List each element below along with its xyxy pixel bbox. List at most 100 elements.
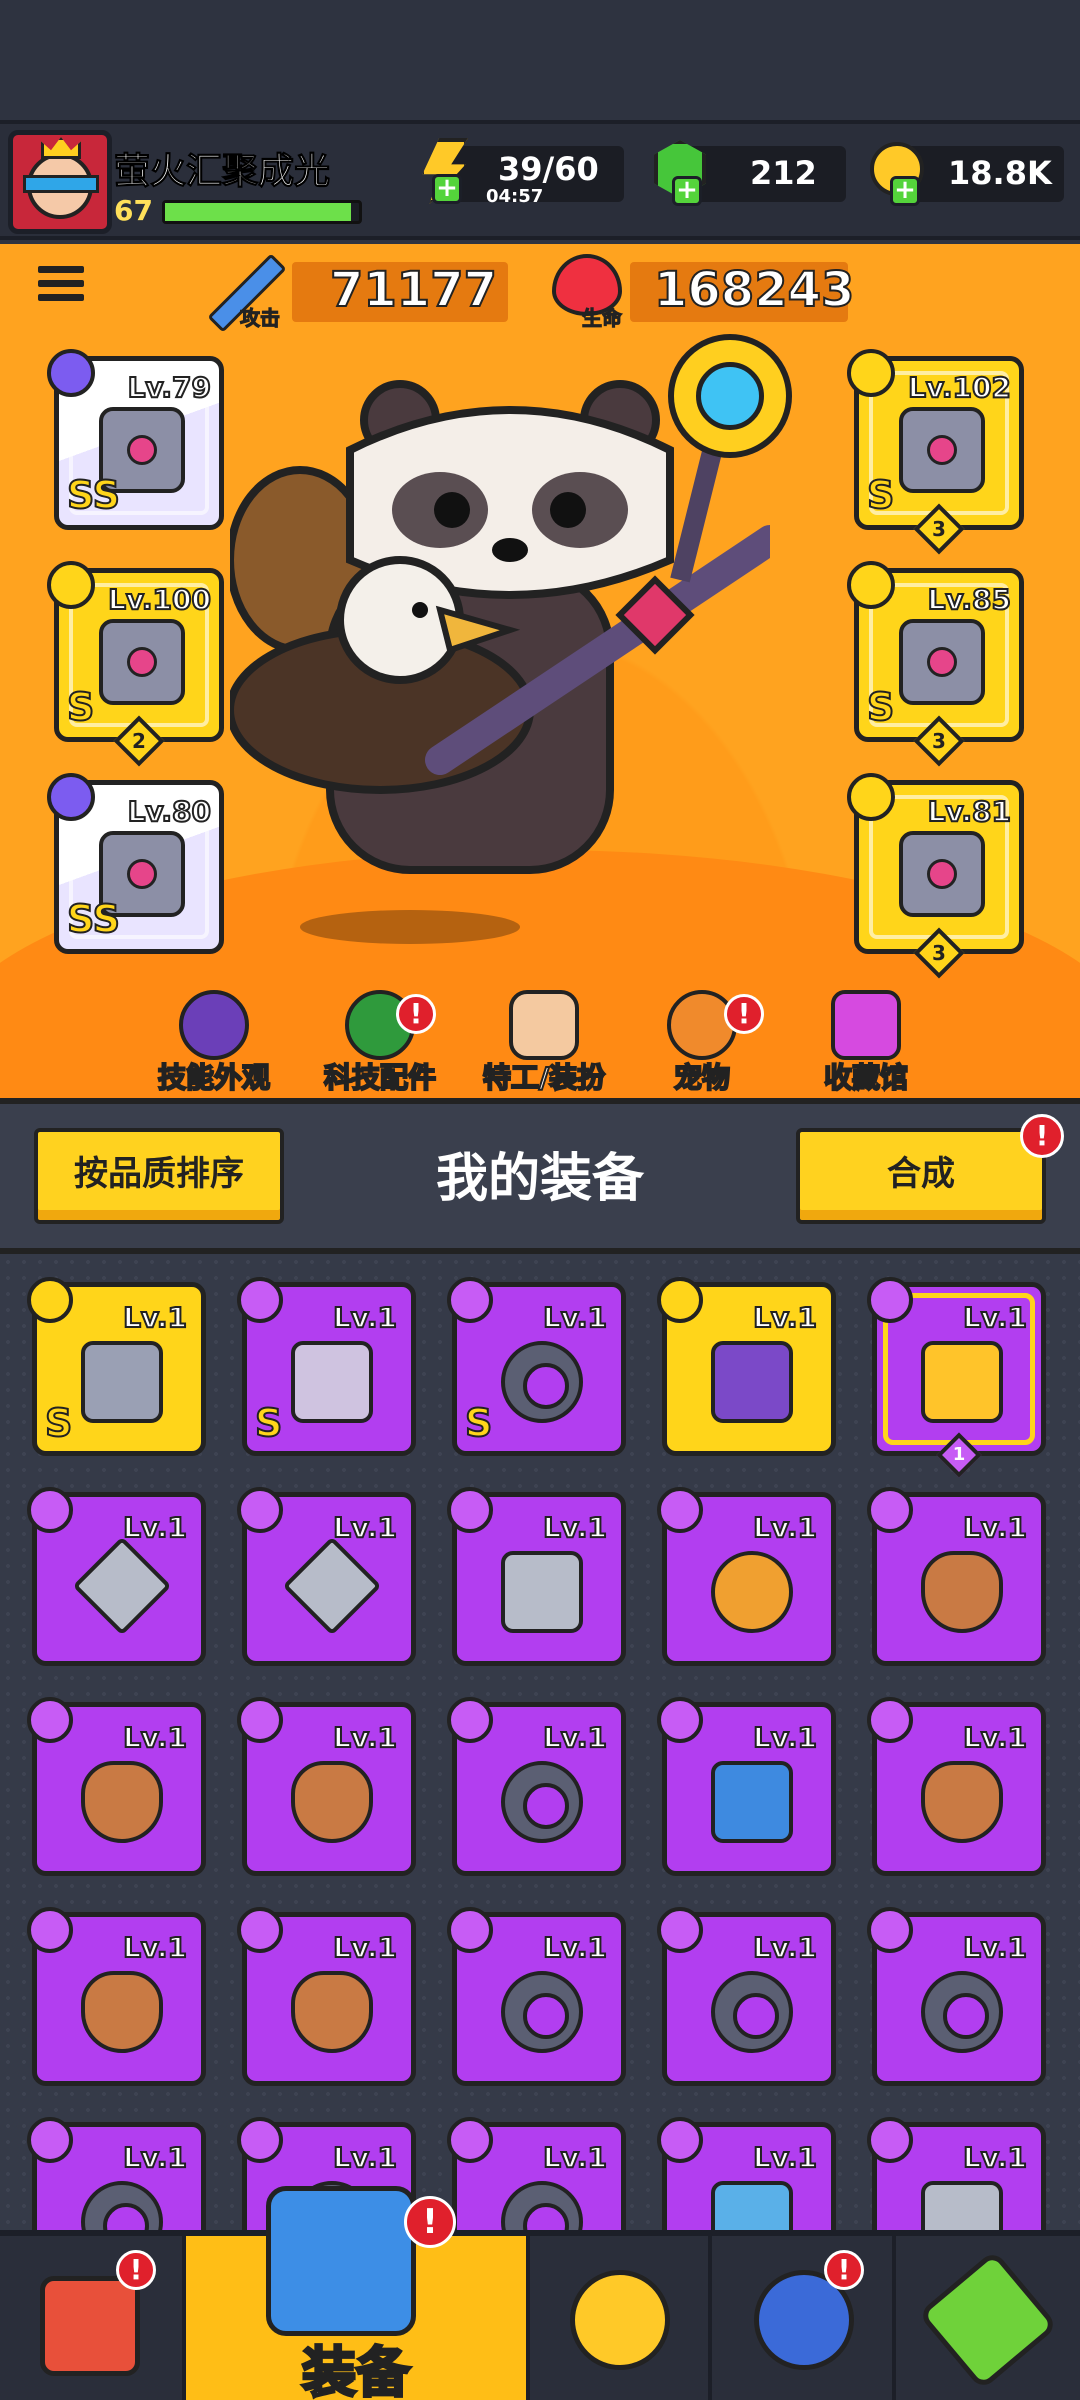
equip-slot-weapon[interactable]: Lv.79 SS <box>47 349 224 530</box>
shortcut-collection[interactable]: 收藏馆 <box>796 990 936 1095</box>
inventory-item[interactable]: Lv.1 <box>867 1907 1046 2086</box>
inventory-item[interactable]: Lv.1 <box>657 1907 836 2086</box>
inventory-item[interactable]: Lv.1 <box>447 1907 626 2086</box>
spiked-collar-item-icon <box>501 1761 583 1843</box>
player-level: 67 <box>114 194 153 227</box>
slot-grade: SS <box>66 472 121 518</box>
slot-level: Lv.81 <box>927 794 1012 829</box>
necklace-type-icon <box>867 1277 913 1323</box>
rope-belt-item-icon <box>81 1971 163 2053</box>
nav-shop[interactable]: ! <box>0 2236 186 2400</box>
item-level: Lv.1 <box>122 1510 188 1545</box>
rope-belt-item-icon <box>291 1971 373 2053</box>
item-level: Lv.1 <box>122 1720 188 1755</box>
item-level: Lv.1 <box>542 1930 608 1965</box>
inventory-item[interactable]: Lv.1 <box>867 1697 1046 1876</box>
shortcut-skill-skins[interactable]: 技能外观 <box>144 990 284 1095</box>
shortcut-pets[interactable]: 宠物 ! <box>632 990 772 1095</box>
necklace-type-icon <box>237 1697 283 1743</box>
boots-type-icon <box>847 773 895 821</box>
level-progress-bar <box>162 200 362 224</box>
necklace-type-icon <box>27 1697 73 1743</box>
inventory-item[interactable]: Lv.1 S <box>27 1277 206 1456</box>
item-level: Lv.1 <box>752 1720 818 1755</box>
rope-necklace-item-icon <box>921 1761 1003 1843</box>
inventory-item[interactable]: Lv.1 <box>447 1487 626 1666</box>
inventory-item[interactable]: Lv.1 <box>867 1487 1046 1666</box>
boots-item-icon <box>899 831 985 917</box>
buckle-belt-item-icon <box>711 1971 793 2053</box>
lantern-necklace-item-icon <box>921 1341 1003 1423</box>
gem-value: 212 <box>750 154 817 192</box>
belt-type-icon <box>27 2117 73 2163</box>
belt-type-icon <box>27 1907 73 1953</box>
inventory-item[interactable]: Lv.1 <box>657 1697 836 1876</box>
merge-alert-badge: ! <box>1020 1114 1064 1158</box>
slot-level: Lv.102 <box>907 370 1012 405</box>
inventory-item[interactable]: Lv.1 <box>27 1697 206 1876</box>
belt-type-icon <box>447 2117 493 2163</box>
equip-slot-necklace[interactable]: Lv.100 S 2 <box>47 561 224 767</box>
staff-gear-icon <box>668 334 792 458</box>
inventory-item[interactable]: Lv.1 <box>447 1697 626 1876</box>
revolver-item-icon <box>501 1551 583 1633</box>
ruby-belt-item-icon <box>501 1341 583 1423</box>
energy-value: 39/60 <box>498 150 599 188</box>
gloves-type-icon <box>657 1277 703 1323</box>
gloves-type-icon <box>47 773 95 821</box>
item-level: Lv.1 <box>542 1510 608 1545</box>
shortcut-agent-outfit[interactable]: 特工/装扮 <box>474 990 614 1095</box>
kunai-item-icon <box>72 1536 172 1636</box>
shield-necklace-item-icon <box>711 1761 793 1843</box>
item-level: Lv.1 <box>122 2140 188 2175</box>
nav-equipment[interactable]: 装备 ! <box>186 2186 530 2400</box>
armor-type-icon <box>847 349 895 397</box>
inventory-item[interactable]: Lv.1 <box>657 1487 836 1666</box>
inventory-item[interactable]: Lv.1 <box>657 1277 836 1456</box>
add-gems-button[interactable]: + <box>672 176 702 206</box>
equip-slot-boots[interactable]: Lv.81 3 <box>847 773 1024 979</box>
equip-slot-gloves[interactable]: Lv.80 SS <box>47 773 224 954</box>
necklace-type-icon <box>867 1697 913 1743</box>
player-avatar[interactable] <box>8 130 112 234</box>
weapon-type-icon <box>237 1277 283 1323</box>
torch-item-icon <box>711 1551 793 1633</box>
equip-slot-belt[interactable]: Lv.85 S 3 <box>847 561 1024 767</box>
inventory-item[interactable]: Lv.1 1 <box>867 1277 1046 1478</box>
inventory-item[interactable]: Lv.1 <box>27 1907 206 2086</box>
inventory-item[interactable]: Lv.1 S <box>237 1277 416 1456</box>
fang-necklace-item-icon <box>291 1761 373 1843</box>
agent-head-icon <box>509 990 579 1060</box>
weapon-type-icon <box>447 1487 493 1533</box>
inventory-grid: Lv.1 S Lv.1 S Lv.1 S Lv.1 Lv.1 1 Lv.1 Lv… <box>0 1254 1080 2296</box>
energy-counter[interactable]: 39/60 04:57 <box>444 146 624 207</box>
nav-evolution[interactable] <box>896 2236 1080 2400</box>
star-belt-item-icon <box>501 1971 583 2053</box>
nav-battle[interactable] <box>530 2236 712 2400</box>
slot-grade: SS <box>66 896 121 942</box>
shortcut-tech-parts[interactable]: 科技配件 ! <box>310 990 450 1095</box>
necklace-type-icon <box>867 1487 913 1533</box>
nav-talents[interactable]: ! <box>712 2236 896 2400</box>
attack-stat: 71177 <box>292 261 508 322</box>
menu-list-icon[interactable] <box>38 266 84 308</box>
level-progress-fill <box>165 203 352 221</box>
inventory-item[interactable]: Lv.1 <box>237 1907 416 2086</box>
inventory-item[interactable]: Lv.1 <box>237 1487 416 1666</box>
inventory-item[interactable]: Lv.1 <box>27 1487 206 1666</box>
inventory-item[interactable]: Lv.1 S <box>447 1277 626 1456</box>
slot-grade: S <box>866 472 895 518</box>
weapon-type-icon <box>27 1487 73 1533</box>
add-coins-button[interactable]: + <box>890 176 920 206</box>
panda-character <box>230 380 770 874</box>
hp-stat: 168243 <box>630 261 855 322</box>
add-energy-button[interactable]: + <box>432 174 462 204</box>
item-grade: S <box>464 1400 493 1446</box>
item-level: Lv.1 <box>752 2140 818 2175</box>
equip-slot-armor[interactable]: Lv.102 S 3 <box>847 349 1024 555</box>
merge-button[interactable]: 合成 <box>796 1128 1046 1224</box>
belt-type-icon <box>447 1277 493 1323</box>
inventory-item[interactable]: Lv.1 <box>237 1697 416 1876</box>
shortcut-label: 收藏馆 <box>823 1060 909 1095</box>
attack-value: 71177 <box>329 261 498 319</box>
